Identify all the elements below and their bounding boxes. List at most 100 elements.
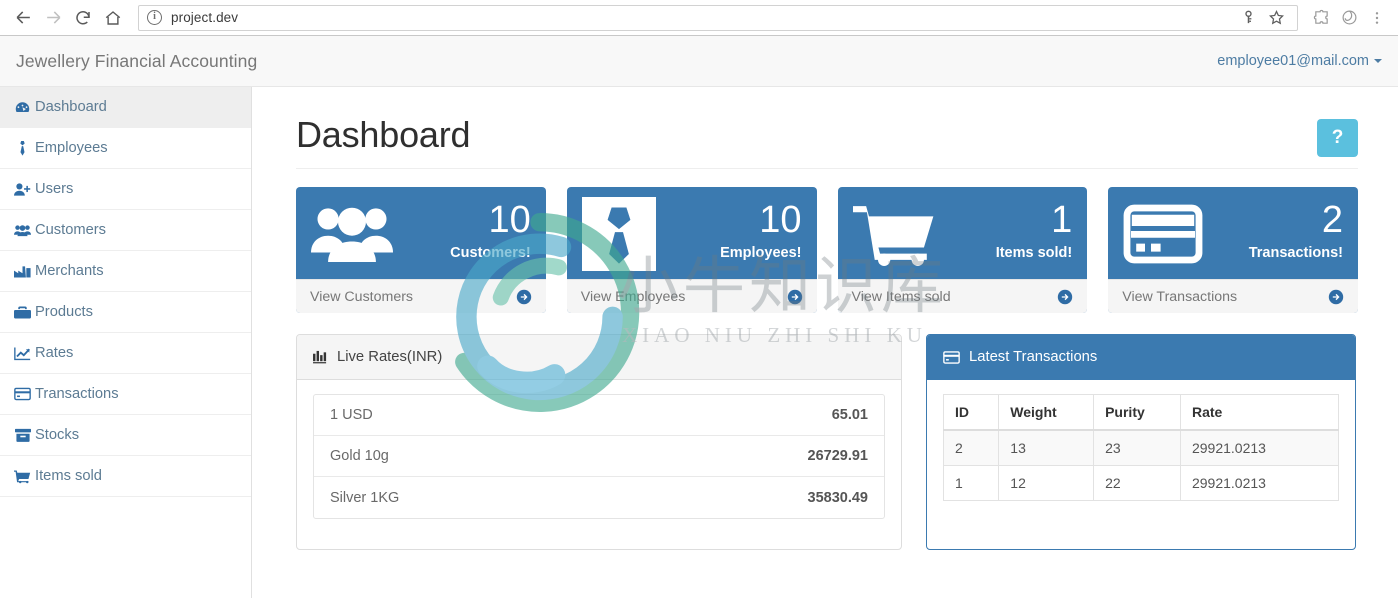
sidebar-item-merchants[interactable]: Merchants (0, 251, 251, 292)
table-cell: 23 (1093, 429, 1181, 466)
stat-label: Transactions! (1248, 245, 1343, 261)
star-icon[interactable] (1263, 5, 1289, 31)
stat-panel-body: 1 Items sold! (838, 187, 1088, 279)
sidebar-item-employees[interactable]: Employees (0, 128, 251, 169)
sidebar-item-items-sold[interactable]: Items sold (0, 456, 251, 497)
help-button[interactable]: ? (1317, 119, 1358, 157)
stat-panel-link[interactable]: View Employees (566, 279, 817, 313)
credit-card-icon (14, 387, 31, 402)
user-email-label: employee01@mail.com (1217, 53, 1369, 69)
home-icon[interactable] (98, 3, 128, 33)
shopping-cart-icon (852, 196, 935, 272)
stat-panel-customers[interactable]: 10 Customers! View Customers (296, 187, 546, 313)
rate-value: 26729.91 (807, 448, 868, 464)
stat-values: 10 Customers! (450, 196, 531, 261)
stat-values: 10 Employees! (720, 196, 801, 261)
table-header-row: ID Weight Purity Rate (942, 394, 1340, 431)
url-bar[interactable]: i project.dev (138, 4, 1298, 31)
stat-count: 10 (488, 199, 531, 241)
sidebar-item-label: Transactions (35, 386, 119, 402)
archive-box-icon (14, 428, 31, 443)
sidebar-item-customers[interactable]: Customers (0, 210, 251, 251)
rate-name: Gold 10g (330, 448, 389, 464)
sidebar-item-label: Items sold (35, 468, 102, 484)
sidebar-item-label: Products (35, 304, 93, 320)
live-rates-body: 1 USD 65.01 Gold 10g 26729.91 Silver 1KG 3583… (297, 380, 901, 533)
line-chart-icon (14, 346, 31, 361)
circle-arrow-right-icon (1057, 289, 1073, 305)
stat-panel-transactions[interactable]: 2 Transactions! View Transactions (1108, 187, 1358, 313)
stat-values: 2 Transactions! (1249, 196, 1343, 261)
sidebar-item-label: Rates (35, 345, 74, 361)
sidebar-item-transactions[interactable]: Transactions (0, 374, 251, 415)
stats-row: 10 Customers! View Customers 10 Employee… (296, 187, 1358, 313)
sidebar-item-users[interactable]: Users (0, 169, 251, 210)
main-content: Dashboard ? 10 Customers! View Customers… (252, 87, 1398, 598)
sidebar-item-stocks[interactable]: Stocks (0, 415, 251, 456)
puzzle-icon[interactable] (1308, 5, 1334, 31)
stat-panel-items-sold[interactable]: 1 Items sold! View Items sold (837, 187, 1088, 313)
stat-label: Customers! (450, 245, 531, 261)
rate-list-item: Silver 1KG 35830.49 (314, 477, 884, 518)
stat-link-label: View Transactions (1122, 288, 1238, 305)
sidebar-item-label: Dashboard (35, 99, 107, 115)
sidebar-item-label: Customers (35, 222, 107, 238)
table-column-header: Purity (1093, 394, 1181, 431)
shopping-cart-icon (14, 469, 31, 484)
table-column-header: ID (942, 394, 1000, 431)
rate-name: Silver 1KG (330, 489, 400, 506)
user-menu[interactable]: employee01@mail.com (1217, 53, 1382, 69)
sidebar-item-products[interactable]: Products (0, 292, 251, 333)
sidebar-item-label: Employees (35, 140, 108, 156)
credit-card-icon (943, 350, 960, 364)
latest-transactions-panel: Latest Transactions ID Weight Purity Rate 2… (926, 334, 1356, 550)
rate-name: 1 USD (330, 407, 373, 423)
page-layout: Dashboard Employees Users Customers Merchant… (0, 87, 1398, 598)
rate-list-item: Gold 10g 26729.91 (314, 436, 884, 477)
table-cell: 13 (998, 429, 1095, 466)
key-icon[interactable] (1235, 5, 1261, 31)
briefcase-icon (14, 305, 31, 320)
browser-toolbar: i project.dev (0, 0, 1398, 36)
app-title: Jewellery Financial Accounting (16, 50, 258, 71)
stat-link-label: View Employees (580, 288, 686, 305)
title-divider (296, 168, 1358, 169)
page-title-row: Dashboard ? (296, 113, 1358, 157)
url-text: project.dev (171, 10, 239, 25)
rate-value: 35830.49 (807, 489, 868, 506)
rate-value: 65.01 (831, 407, 868, 423)
user-plus-icon (14, 182, 31, 197)
live-rates-header: Live Rates(INR) (297, 335, 901, 380)
stat-values: 1 Items sold! (996, 196, 1073, 261)
forward-icon[interactable] (38, 3, 68, 33)
stat-panel-link[interactable]: View Items sold (837, 279, 1088, 313)
sidebar-item-rates[interactable]: Rates (0, 333, 251, 374)
swirl-icon[interactable] (1336, 5, 1362, 31)
circle-arrow-right-icon (1328, 289, 1344, 305)
stat-panel-link[interactable]: View Customers (296, 279, 546, 313)
page-info-icon[interactable]: i (147, 10, 162, 25)
reload-icon[interactable] (68, 3, 98, 33)
latest-transactions-header: Latest Transactions (927, 335, 1355, 380)
sidebar-item-label: Stocks (35, 427, 80, 443)
credit-card-icon (1123, 196, 1205, 272)
live-rates-title: Live Rates(INR) (337, 349, 443, 365)
tachometer-icon (14, 100, 31, 115)
three-dot-menu-icon[interactable] (1364, 5, 1390, 31)
table-row: 2 13 23 29921.0213 (942, 429, 1340, 466)
circle-arrow-right-icon (516, 289, 532, 305)
live-rates-panel: Live Rates(INR) 1 USD 65.01 Gold 10g 26729.… (296, 334, 902, 550)
table-row: 1 12 22 29921.0213 (942, 465, 1340, 501)
bar-chart-icon (313, 350, 328, 364)
table-cell: 29921.0213 (1179, 429, 1340, 466)
users-group-icon (14, 223, 31, 238)
page-title: Dashboard (296, 114, 471, 155)
sidebar: Dashboard Employees Users Customers Merchant… (0, 87, 252, 598)
rates-list: 1 USD 65.01 Gold 10g 26729.91 Silver 1KG 3583… (313, 394, 885, 519)
stat-panel-employees[interactable]: 10 Employees! View Employees (566, 187, 817, 313)
latest-transactions-title: Latest Transactions (969, 349, 1098, 365)
stat-link-label: View Customers (310, 288, 414, 305)
stat-panel-link[interactable]: View Transactions (1108, 279, 1358, 313)
sidebar-item-dashboard[interactable]: Dashboard (0, 87, 251, 128)
back-icon[interactable] (8, 3, 38, 33)
